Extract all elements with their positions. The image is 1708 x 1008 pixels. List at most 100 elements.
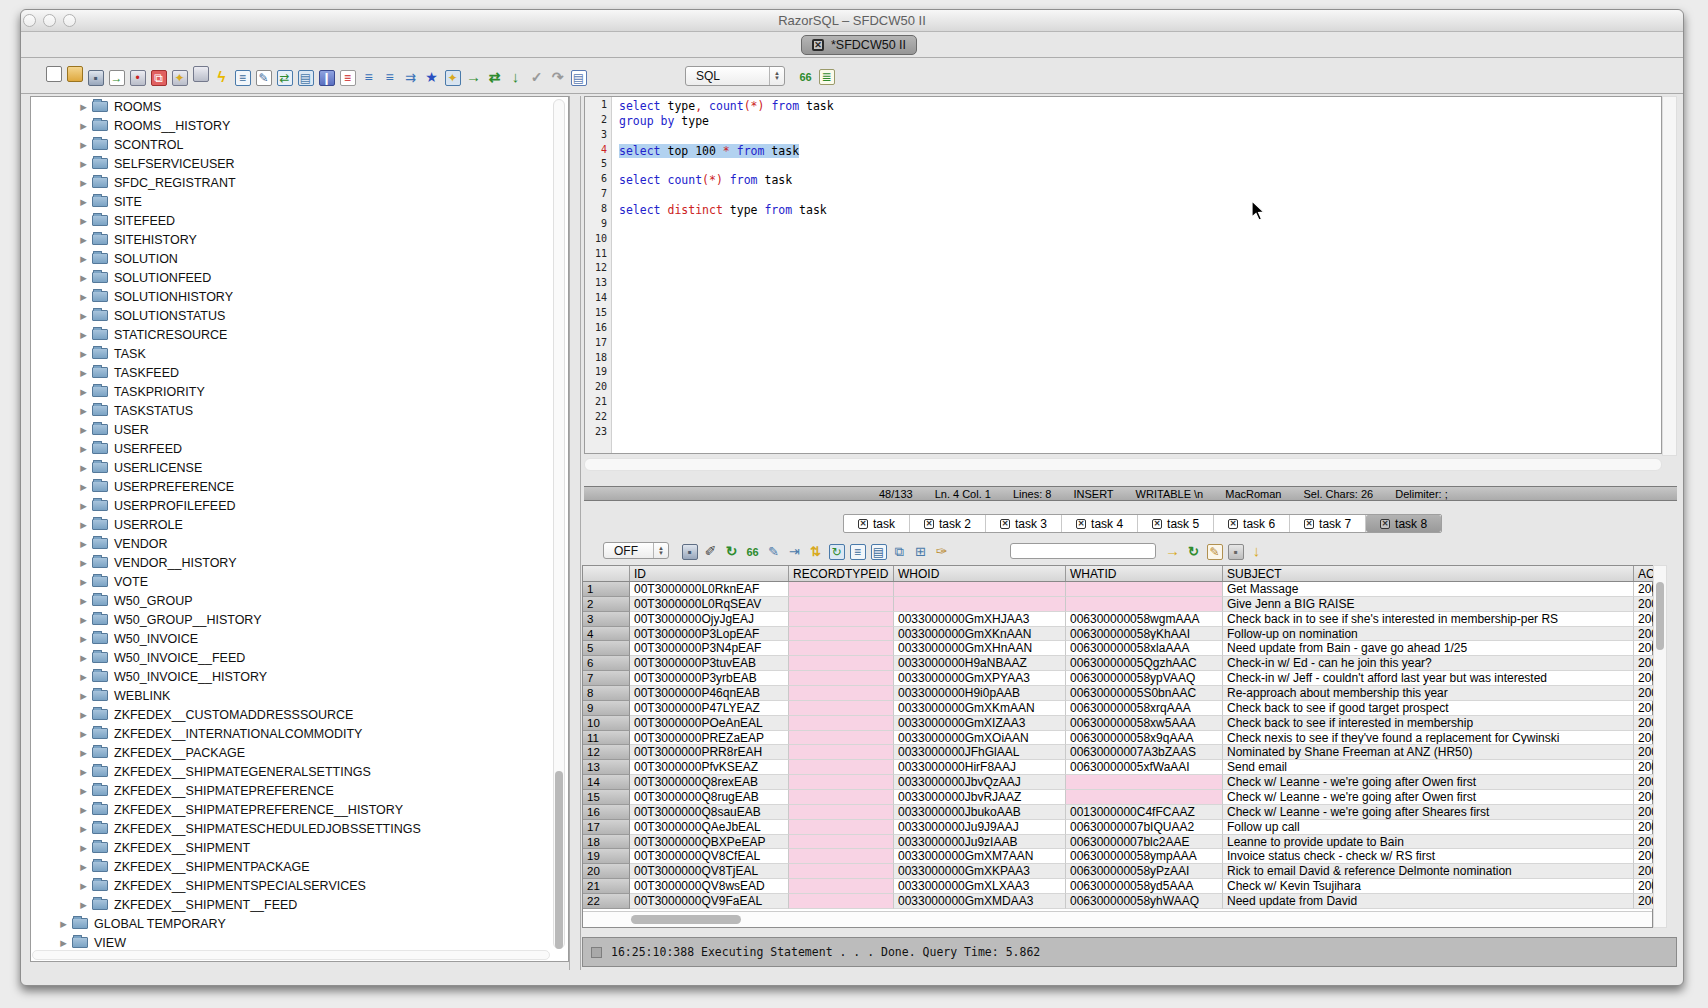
table-cell[interactable]: 00T3000000L0RqSEAV (630, 597, 789, 612)
table-cell[interactable] (789, 745, 894, 760)
sidebar-item-zkfedex-shipmatepreference-history[interactable]: ▶ZKFEDEX__SHIPMATEPREFERENCE__HISTORY (31, 800, 568, 819)
sidebar-item-userfeed[interactable]: ▶USERFEED (31, 439, 568, 458)
table-cell[interactable]: 00T3000000QAeJbEAL (630, 820, 789, 835)
expand-triangle-icon[interactable]: ▶ (77, 292, 90, 302)
table-cell[interactable]: 200 (1634, 597, 1654, 612)
table-cell[interactable] (789, 671, 894, 686)
table-cell[interactable]: 200 (1634, 612, 1654, 627)
table-cell[interactable]: Leanne to provide update to Bain (1223, 835, 1634, 850)
align-edit-icon[interactable]: ⇉ (403, 69, 419, 85)
table-cell[interactable]: 0033000000GmXKPAA3 (894, 864, 1066, 879)
expand-triangle-icon[interactable]: ▶ (77, 634, 90, 644)
expand-triangle-icon[interactable]: ▶ (77, 463, 90, 473)
table-cell[interactable] (789, 894, 894, 909)
sidebar-item-sitefeed[interactable]: ▶SITEFEED (31, 211, 568, 230)
redo-icon[interactable]: ↷ (550, 69, 566, 85)
editor-line[interactable] (612, 352, 1661, 367)
expand-triangle-icon[interactable]: ▶ (77, 197, 90, 207)
editor-line[interactable] (612, 277, 1661, 292)
go-down-icon[interactable]: ↓ (508, 68, 524, 84)
table-cell[interactable] (1066, 775, 1223, 790)
align-export-icon[interactable]: ≡ (361, 69, 377, 85)
table-cell[interactable] (789, 790, 894, 805)
page-blue-icon[interactable]: ▤ (298, 70, 314, 86)
sidebar-item-site[interactable]: ▶SITE (31, 192, 568, 211)
sidebar-item-zkfedex-shipment[interactable]: ▶ZKFEDEX__SHIPMENT (31, 838, 568, 857)
result-tab-task-8[interactable]: ✕task 8 (1366, 515, 1441, 532)
editor-line[interactable] (612, 381, 1661, 396)
sidebar-item-rooms[interactable]: ▶ROOMS (31, 97, 568, 116)
editor-line[interactable]: group by type (612, 114, 1661, 129)
table-cell[interactable]: 0033000000JbvRJAAZ (894, 790, 1066, 805)
sidebar-item-zkfedex-package[interactable]: ▶ZKFEDEX__PACKAGE (31, 743, 568, 762)
sidebar-item-task[interactable]: ▶TASK (31, 344, 568, 363)
table-cell[interactable]: Follow up call (1223, 820, 1634, 835)
database-add-icon[interactable]: ✦ (172, 70, 188, 86)
table-row[interactable]: 1800T3000000QBXPeEAP0033000000Ju9zIAAB00… (583, 835, 1652, 850)
column-header-id[interactable]: ID (630, 566, 789, 581)
sidebar-item-taskstatus[interactable]: ▶TASKSTATUS (31, 401, 568, 420)
table-cell[interactable]: 200 (1634, 835, 1654, 850)
sidebar-item-userrole[interactable]: ▶USERROLE (31, 515, 568, 534)
table-cell[interactable]: Send email (1223, 760, 1634, 775)
expand-triangle-icon[interactable]: ▶ (77, 691, 90, 701)
table-star-icon[interactable]: ✦ (445, 70, 461, 86)
save-icon[interactable]: ▪ (88, 70, 104, 86)
close-tab-icon[interactable]: ✕ (1152, 519, 1162, 529)
expand-triangle-icon[interactable]: ▶ (57, 919, 70, 929)
save-grid-icon[interactable]: ▪ (1228, 544, 1244, 560)
table-cell[interactable]: Check-in w/ Ed - can he join this year? (1223, 656, 1634, 671)
table-cell[interactable]: 200 (1634, 849, 1654, 864)
grid-horizontal-scrollbar[interactable] (583, 911, 1652, 927)
table-row[interactable]: 200T3000000L0RqSEAVGive Jenn a BIG RAISE… (583, 597, 1652, 612)
table-cell[interactable]: 00T3000000QV8wsEAD (630, 879, 789, 894)
tree-vertical-scrollbar[interactable] (553, 99, 565, 949)
insert-row-icon[interactable]: ⇥ (787, 543, 803, 559)
table-cell[interactable]: 006300000058yhWAAQ (1066, 894, 1223, 909)
table-row[interactable]: 100T3000000L0RknEAFGet Massage200 (583, 582, 1652, 597)
download-icon[interactable]: ↓ (1249, 542, 1265, 558)
sidebar-item-w50-group[interactable]: ▶W50_GROUP (31, 591, 568, 610)
pages-sync-icon[interactable]: ⇄ (277, 70, 293, 86)
close-tab-icon[interactable]: ✕ (924, 519, 934, 529)
editor-line[interactable] (612, 337, 1661, 352)
expand-triangle-icon[interactable]: ▶ (77, 387, 90, 397)
table-cell[interactable] (789, 775, 894, 790)
column-header-rownum[interactable] (583, 566, 630, 581)
table-row[interactable]: 2100T3000000QV8wsEAD0033000000GmXLXAA300… (583, 879, 1652, 894)
table-cell[interactable] (789, 805, 894, 820)
expand-triangle-icon[interactable]: ▶ (77, 482, 90, 492)
expand-triangle-icon[interactable]: ▶ (77, 425, 90, 435)
table-cell[interactable]: 200 (1634, 716, 1654, 731)
table-row[interactable]: 1500T3000000Q8rugEAB0033000000JbvRJAAZCh… (583, 790, 1652, 805)
expand-triangle-icon[interactable]: ▶ (77, 843, 90, 853)
form-view-icon[interactable]: ▤ (871, 544, 887, 560)
table-cell[interactable]: 200 (1634, 582, 1654, 597)
table-cell[interactable]: Check back in to see if she's interested… (1223, 612, 1634, 627)
expand-triangle-icon[interactable]: ▶ (57, 938, 70, 948)
table-cell[interactable]: 0033000000GmXLXAA3 (894, 879, 1066, 894)
table-cell[interactable] (789, 879, 894, 894)
close-tab-icon[interactable]: ✕ (858, 519, 868, 529)
refresh-icon[interactable]: ↻ (724, 543, 740, 559)
editor-line[interactable] (612, 307, 1661, 322)
table-cell[interactable]: 0033000000GmXKnAAN (894, 627, 1066, 642)
sidebar-item-solutionhistory[interactable]: ▶SOLUTIONHISTORY (31, 287, 568, 306)
table-cell[interactable]: 00T3000000Q8rugEAB (630, 790, 789, 805)
table-cell[interactable]: 200 (1634, 775, 1654, 790)
sidebar-item-selfserviceuser[interactable]: ▶SELFSERVICEUSER (31, 154, 568, 173)
table-row[interactable]: 300T3000000OjyJgEAJ0033000000GmXHJAA3006… (583, 612, 1652, 627)
statement-type-select[interactable]: SQL ▲▼ (685, 66, 785, 86)
table-row[interactable]: 800T3000000P46qnEAB0033000000H9i0pAAB006… (583, 686, 1652, 701)
editor-line[interactable]: select type, count(*) from task (612, 99, 1661, 114)
sidebar-item-vote[interactable]: ▶VOTE (31, 572, 568, 591)
expand-triangle-icon[interactable]: ▶ (77, 159, 90, 169)
favorite-star-icon[interactable]: ★ (424, 69, 440, 85)
sidebar-item-w50-invoice-history[interactable]: ▶W50_INVOICE__HISTORY (31, 667, 568, 686)
table-row[interactable]: 1100T3000000PREZaEAP0033000000GmXOiAAN00… (583, 731, 1652, 746)
table-cell[interactable]: 200 (1634, 820, 1654, 835)
result-tab-task-2[interactable]: ✕task 2 (910, 515, 986, 532)
editor-line[interactable] (612, 396, 1661, 411)
close-tab-icon[interactable]: ✕ (1076, 519, 1086, 529)
table-cell[interactable]: 006300000058ympAAA (1066, 849, 1223, 864)
